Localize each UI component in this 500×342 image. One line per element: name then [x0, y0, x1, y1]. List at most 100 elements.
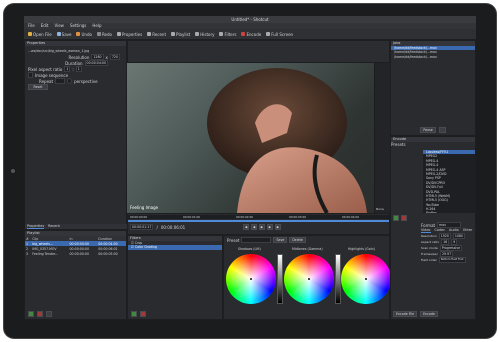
rewind-icon[interactable]: ◀	[251, 224, 257, 230]
playlist-buttons	[28, 311, 52, 317]
toolbar-save-button[interactable]: Save	[56, 31, 72, 37]
toolbar-filters-button[interactable]: Filters	[219, 32, 236, 37]
toolbar-label: Encode	[246, 31, 262, 37]
presets-list[interactable]: Lossless/FFV1 MPEG2 MPEG-4 MPEG-4 MPEG-4 ASP…	[423, 150, 475, 213]
encode-file-button[interactable]: Encode File	[393, 311, 418, 317]
skip-back-icon[interactable]: ◀	[243, 224, 249, 230]
tab-properties[interactable]: Properties	[27, 224, 45, 229]
shadows-slider[interactable]	[277, 254, 283, 304]
highlights-wheel[interactable]	[341, 254, 391, 304]
toolbar-label: Open File	[33, 31, 52, 37]
format-label: Format	[421, 222, 436, 228]
reset-button[interactable]: Reset	[28, 84, 48, 90]
filters-icon	[219, 32, 224, 36]
skip-forward-icon[interactable]: ▶	[275, 224, 281, 230]
properties-icon	[116, 32, 121, 36]
folder-icon	[28, 32, 32, 36]
job-item[interactable]: /home/dd/feedstock/...mov	[391, 55, 475, 59]
wheel-handle[interactable]	[308, 278, 310, 280]
par-b-field[interactable]: 1	[75, 66, 82, 72]
encode-panel: Encode Presets Lossless/FFV1 MPEG2 MPEG-4 M…	[390, 136, 476, 320]
jobs-menu-button[interactable]	[438, 127, 446, 133]
preset-select[interactable]	[241, 237, 272, 243]
toolbar-properties-button[interactable]: Properties	[116, 31, 143, 37]
perspective-label: perspective	[74, 78, 98, 84]
add-clip-button[interactable]	[28, 311, 34, 317]
image-sequence-checkbox[interactable]	[28, 72, 33, 78]
toolbar-label: Properties	[121, 31, 143, 37]
encode-button[interactable]: Encode	[420, 311, 438, 317]
color-grading-panel: Preset Save Delete Shadows (Lift) Midton…	[223, 235, 391, 320]
playlist-menu-button[interactable]	[46, 311, 52, 317]
toolbar-history-button[interactable]: History	[195, 32, 214, 37]
pixel-aspect-label: Pixel aspect ratio	[28, 66, 63, 72]
toolbar-recent-button[interactable]: Recent	[147, 32, 166, 37]
pause-jobs-button[interactable]: Pause	[420, 127, 436, 133]
remove-clip-button[interactable]	[37, 311, 43, 317]
table-row[interactable]: 2 IMG_0357.MOV 00:00:00:00 00:00:06:01	[25, 246, 126, 251]
repeat-label: Repeat	[39, 78, 54, 84]
filter-check[interactable]: ☑	[131, 241, 134, 245]
total-timecode: 00:00:06:01	[160, 224, 186, 230]
table-row[interactable]: 3 Feeling Tender... 00:00:00:00 00:00:05…	[25, 251, 126, 256]
resolution-height-field[interactable]: 720	[109, 54, 120, 60]
row-in: 00:00:00:00	[69, 251, 89, 256]
toolbar-label: Save	[61, 31, 72, 37]
fast-forward-icon[interactable]: ▶	[267, 224, 273, 230]
toolbar-label: Undo	[81, 31, 92, 37]
playlist-panel: Playlist # Clip In Duration 1 big_wheels…	[24, 230, 127, 320]
video-frame	[207, 68, 367, 213]
jobs-panel: Jobs /home/dd/feedstock/...mov /home/dd/…	[390, 40, 476, 136]
current-timecode[interactable]: 00:00:01:17	[130, 224, 154, 230]
toolbar-playlist-button[interactable]: Playlist	[171, 32, 190, 37]
toolbar-label: Full Screen	[271, 31, 294, 37]
aspect-label: Aspect ratio	[421, 240, 440, 244]
par-a-field[interactable]: 1	[64, 66, 71, 72]
preset-item[interactable]: ProRes	[423, 211, 475, 213]
table-row[interactable]: 1 big_wheels... 00:00:00:00 00:00:04:00	[25, 241, 126, 246]
duration-field[interactable]: 00:00:04:00	[84, 60, 108, 66]
timeline-ruler[interactable]: 00:00:00:00 00:00:01:00 00:00:02:00 00:0…	[128, 215, 389, 219]
resolution-x: x	[105, 54, 108, 60]
recent-icon	[147, 32, 152, 36]
history-icon	[195, 32, 200, 36]
field-order-select[interactable]: Bottom Field First	[438, 257, 466, 263]
camera-dot-icon	[11, 169, 15, 173]
shadows-wheel[interactable]	[226, 254, 276, 304]
scope-label: None	[376, 207, 384, 211]
filter-label: Color Grading	[134, 245, 157, 250]
timeline-progress	[128, 220, 389, 222]
repeat-field[interactable]	[55, 78, 66, 84]
save-preset-button[interactable]: Save	[273, 237, 288, 243]
wheel-handle[interactable]	[250, 278, 252, 280]
wheel-handle[interactable]	[365, 278, 367, 280]
tab-video[interactable]: Video	[421, 228, 431, 233]
redo-icon	[96, 32, 101, 36]
toolbar-redo-button[interactable]: Redo	[96, 32, 112, 37]
play-icon[interactable]: ▶	[259, 224, 265, 230]
add-filter-button[interactable]	[131, 311, 137, 317]
delete-preset-button[interactable]: Delete	[289, 237, 306, 243]
row-duration: 00:00:05:00	[98, 251, 118, 256]
ruler-mark: 00:00:01:00	[183, 215, 201, 219]
toolbar-encode-button[interactable]: Encode	[241, 32, 261, 37]
filter-check[interactable]: ☑	[131, 245, 134, 249]
tab-recent[interactable]: Recent	[48, 224, 60, 229]
video-viewer[interactable]: Feeling Image	[127, 63, 374, 213]
remove-filter-button[interactable]	[140, 311, 146, 317]
ruler-mark: 00:00:00:00	[130, 215, 148, 219]
toolbar: Open File Save Undo Redo Properties Recent Pla…	[24, 29, 476, 40]
add-preset-button[interactable]	[393, 215, 399, 221]
midtones-wheel[interactable]	[284, 254, 334, 304]
toolbar-full-screen-button[interactable]: Full Screen	[266, 32, 293, 37]
ruler-mark: 00:00:04:00	[342, 215, 360, 219]
toolbar-label: History	[200, 31, 215, 37]
toolbar-label: Filters	[224, 31, 237, 37]
toolbar-open-file-button[interactable]: Open File	[28, 32, 52, 37]
remove-preset-button[interactable]	[401, 215, 407, 221]
audio-meter: None	[374, 63, 391, 213]
filter-item-color-grading[interactable]: ☑ Color Grading	[128, 245, 222, 250]
shadows-label: Shadows (Lift)	[238, 247, 261, 251]
playlist-icon	[171, 32, 176, 36]
toolbar-undo-button[interactable]: Undo	[76, 31, 92, 37]
